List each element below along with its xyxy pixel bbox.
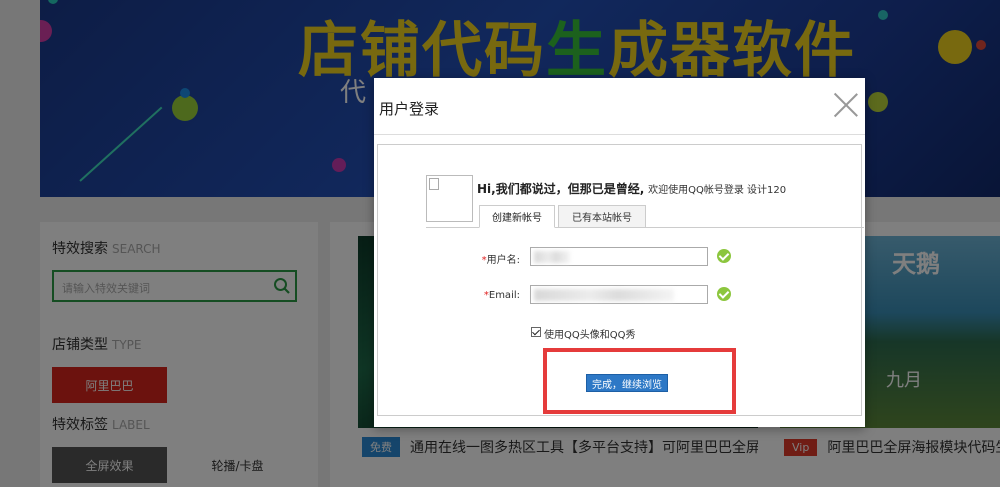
use-qq-avatar-label: 使用QQ头像和QQ秀 <box>544 330 636 341</box>
modal-divider <box>374 134 865 135</box>
email-value-redacted <box>534 289 674 301</box>
avatar <box>426 175 473 222</box>
username-valid-icon <box>717 249 731 263</box>
modal-title: 用户登录 <box>379 100 440 118</box>
close-icon[interactable] <box>833 92 859 118</box>
greeting-text: Hi,我们都说过，但那已是曾经, 欢迎使用QQ帐号登录 设计120 <box>477 180 786 197</box>
login-modal: 用户登录 Hi,我们都说过，但那已是曾经, 欢迎使用QQ帐号登录 设计120 创… <box>374 78 865 427</box>
email-valid-icon <box>717 287 731 301</box>
username-value-redacted <box>534 251 570 263</box>
highlight-box <box>543 348 736 414</box>
tab-create-account[interactable]: 创建新帐号 <box>479 205 555 228</box>
tab-existing-account[interactable]: 已有本站帐号 <box>558 205 646 228</box>
greeting-note: 欢迎使用QQ帐号登录 设计120 <box>648 185 787 196</box>
username-label: *用户名: <box>481 255 520 266</box>
greeting-bold: Hi,我们都说过，但那已是曾经, <box>477 182 645 196</box>
use-qq-avatar-checkbox[interactable] <box>531 327 541 337</box>
email-label: *Email: <box>483 290 520 301</box>
